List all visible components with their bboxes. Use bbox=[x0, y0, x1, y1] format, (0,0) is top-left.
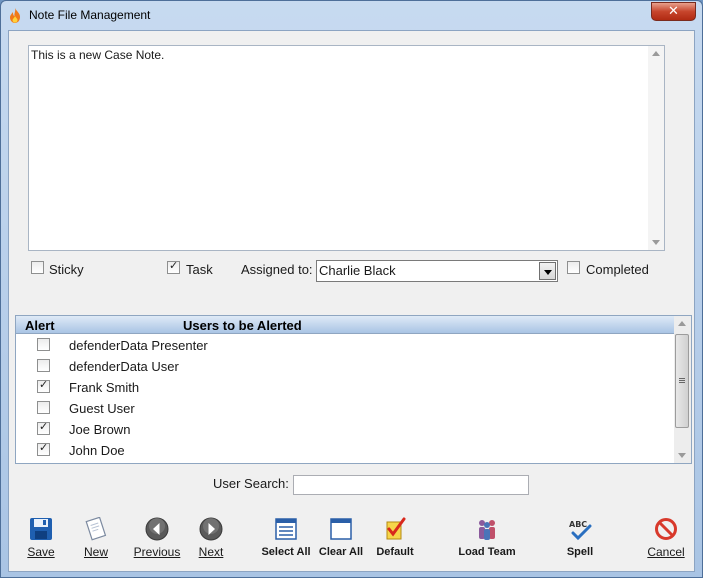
select-all-list-icon bbox=[275, 518, 297, 540]
alert-list-scrollbar[interactable] bbox=[674, 316, 691, 463]
alert-user-name: Joe Brown bbox=[69, 422, 131, 437]
grip-line bbox=[679, 382, 685, 383]
svg-text:ABC: ABC bbox=[569, 520, 587, 529]
save-button[interactable]: Save bbox=[21, 517, 61, 563]
title-bar[interactable]: Note File Management ✕ bbox=[1, 1, 702, 30]
alert-user-name: John Doe bbox=[69, 443, 125, 458]
assigned-to-dropdown[interactable]: Charlie Black bbox=[316, 260, 558, 282]
clear-all-button[interactable]: Clear All bbox=[318, 517, 364, 563]
save-label: Save bbox=[27, 545, 55, 559]
cancel-circle-icon bbox=[655, 518, 677, 540]
spell-check-icon: ABC bbox=[569, 520, 592, 541]
scroll-up-arrow-icon[interactable] bbox=[652, 51, 660, 56]
dialog-body: This is a new Case Note. ✓ Sticky ✓ Task… bbox=[8, 30, 695, 572]
alert-user-name: Frank Smith bbox=[69, 380, 140, 395]
scroll-thumb[interactable] bbox=[675, 334, 689, 428]
select-all-button[interactable]: Select All bbox=[261, 517, 311, 563]
arrow-left-circle-icon bbox=[145, 517, 169, 541]
note-scrollbar[interactable] bbox=[648, 46, 664, 250]
checkmark-icon: ✓ bbox=[39, 420, 49, 433]
default-button[interactable]: Default bbox=[373, 517, 417, 563]
floppy-disk-icon bbox=[30, 518, 52, 540]
checkmark-icon: ✓ bbox=[39, 378, 49, 391]
note-file-management-window: Note File Management ✕ This is a new Cas… bbox=[0, 0, 703, 578]
grip-line bbox=[679, 378, 685, 379]
cancel-button[interactable]: Cancel bbox=[644, 517, 688, 563]
team-people-icon bbox=[479, 520, 495, 540]
alert-user-name: Guest User bbox=[69, 401, 135, 416]
column-header-users[interactable]: Users to be Alerted bbox=[183, 318, 302, 333]
assigned-to-value: Charlie Black bbox=[319, 263, 396, 278]
clear-all-label: Clear All bbox=[318, 546, 364, 558]
assigned-to-label: Assigned to: bbox=[241, 262, 313, 277]
alert-checkbox[interactable]: ✓ bbox=[37, 338, 50, 351]
previous-button[interactable]: Previous bbox=[132, 517, 182, 563]
alert-checkbox[interactable]: ✓ bbox=[37, 420, 50, 435]
new-document-icon bbox=[85, 517, 107, 541]
previous-label: Previous bbox=[133, 545, 181, 559]
alert-checkbox[interactable]: ✓ bbox=[37, 401, 50, 414]
window-close-button[interactable]: ✕ bbox=[651, 2, 696, 21]
scroll-down-arrow-icon[interactable] bbox=[678, 453, 686, 458]
sticky-checkbox[interactable]: ✓ bbox=[31, 261, 44, 274]
window-title: Note File Management bbox=[29, 8, 151, 22]
arrow-right-circle-icon bbox=[199, 517, 223, 541]
spell-label: Spell bbox=[566, 546, 594, 558]
next-button[interactable]: Next bbox=[191, 517, 231, 563]
alert-user-name: defenderData Presenter bbox=[69, 338, 208, 353]
checkmark-icon: ✓ bbox=[39, 441, 49, 454]
alert-checkbox[interactable]: ✓ bbox=[37, 359, 50, 372]
column-header-alert[interactable]: Alert bbox=[25, 318, 55, 333]
chevron-down-icon bbox=[544, 270, 552, 275]
users-alert-list[interactable]: Alert Users to be Alerted ✓ defenderData … bbox=[15, 315, 692, 464]
task-label: Task bbox=[186, 262, 213, 277]
alert-user-name: defenderData User bbox=[69, 359, 179, 374]
alert-list-header: Alert Users to be Alerted bbox=[16, 316, 675, 334]
case-note-textarea[interactable]: This is a new Case Note. bbox=[28, 45, 665, 251]
checkmark-document-icon bbox=[386, 517, 406, 540]
cancel-label: Cancel bbox=[647, 545, 685, 559]
checkmark-icon: ✓ bbox=[169, 259, 179, 272]
scroll-down-arrow-icon[interactable] bbox=[652, 240, 660, 245]
sticky-label: Sticky bbox=[49, 262, 84, 277]
flame-icon bbox=[10, 8, 20, 23]
select-all-label: Select All bbox=[261, 546, 311, 558]
completed-checkbox[interactable]: ✓ bbox=[567, 261, 580, 274]
load-team-label: Load Team bbox=[458, 546, 516, 558]
new-button[interactable]: New bbox=[76, 517, 116, 563]
default-label: Default bbox=[376, 546, 414, 558]
grip-line bbox=[679, 380, 685, 381]
alert-checkbox[interactable]: ✓ bbox=[37, 378, 50, 393]
clear-all-window-icon bbox=[330, 518, 352, 540]
alert-checkbox[interactable]: ✓ bbox=[37, 441, 50, 456]
next-label: Next bbox=[198, 545, 224, 559]
load-team-button[interactable]: Load Team bbox=[455, 517, 519, 563]
completed-label: Completed bbox=[586, 262, 649, 277]
task-checkbox[interactable]: ✓ bbox=[167, 259, 180, 274]
scroll-up-arrow-icon[interactable] bbox=[678, 321, 686, 326]
user-search-label: User Search: bbox=[213, 476, 289, 491]
new-label: New bbox=[83, 545, 108, 559]
case-note-text[interactable]: This is a new Case Note. bbox=[31, 48, 164, 62]
dropdown-button[interactable] bbox=[539, 262, 556, 280]
user-search-input[interactable] bbox=[293, 475, 529, 495]
spell-button[interactable]: ABC Spell bbox=[560, 517, 600, 563]
